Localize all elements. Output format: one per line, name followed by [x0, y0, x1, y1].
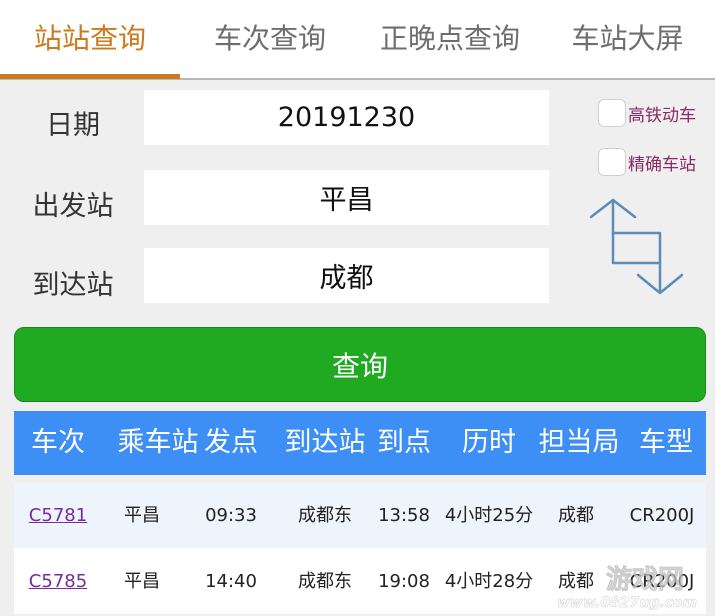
from-station-input[interactable] [144, 170, 549, 225]
results-table-header: 车次 乘车站 发点 到达站 到点 历时 担当局 车型 [14, 411, 706, 475]
exact-station-checkbox-label[interactable]: 精确车站 [628, 150, 696, 175]
train-number-link[interactable]: C5781 [14, 483, 102, 548]
tab-train-query[interactable]: 车次查询 [180, 0, 360, 78]
duration-cell: 4小时28分 [444, 571, 534, 592]
tab-bar: 站站查询 车次查询 正晚点查询 车站大屏 [0, 0, 715, 80]
to-station-label: 到达站 [32, 270, 114, 301]
query-button[interactable]: 查询 [14, 327, 706, 402]
tab-delay-query[interactable]: 正晚点查询 [360, 0, 540, 78]
duration-cell: 4小时25分 [444, 505, 534, 526]
col-header-duration: 历时 [462, 427, 516, 458]
bureau-cell: 成都 [558, 505, 594, 526]
results-table-body: C5781 平昌 09:33 成都东 13:58 4小时25分 成都 CR200… [14, 483, 706, 614]
exact-station-checkbox[interactable] [598, 148, 626, 176]
high-speed-checkbox-label[interactable]: 高铁动车 [628, 101, 696, 126]
board-station-cell: 平昌 [124, 505, 160, 526]
bureau-cell: 成都 [558, 571, 594, 592]
board-station-cell: 平昌 [124, 571, 160, 592]
active-tab-indicator [0, 74, 180, 79]
table-row[interactable]: C5781 平昌 09:33 成都东 13:58 4小时25分 成都 CR200… [14, 483, 706, 548]
from-station-label: 出发站 [32, 191, 114, 222]
arrive-time-cell: 13:58 [378, 505, 430, 526]
depart-time-cell: 09:33 [205, 505, 257, 526]
col-header-arrive-time: 到点 [377, 427, 431, 458]
train-type-cell: CR200J [629, 505, 695, 526]
depart-time-cell: 14:40 [205, 571, 257, 592]
col-header-bureau: 担当局 [538, 427, 620, 458]
swap-arrows-icon[interactable] [585, 195, 685, 297]
col-header-depart-time: 发点 [204, 427, 258, 458]
high-speed-checkbox[interactable] [598, 99, 626, 127]
train-type-cell: CR200J [629, 571, 695, 592]
col-header-train-type: 车型 [639, 427, 693, 458]
tab-station-screen[interactable]: 车站大屏 [540, 0, 715, 78]
train-number-link[interactable]: C5785 [14, 549, 102, 614]
table-row[interactable]: C5785 平昌 14:40 成都东 19:08 4小时28分 成都 CR200… [14, 549, 706, 614]
date-label: 日期 [46, 110, 100, 141]
date-input[interactable] [144, 90, 549, 145]
to-station-input[interactable] [144, 248, 549, 303]
tab-station-query[interactable]: 站站查询 [0, 0, 180, 78]
col-header-train-no: 车次 [31, 427, 85, 458]
arrive-time-cell: 19:08 [378, 571, 430, 592]
